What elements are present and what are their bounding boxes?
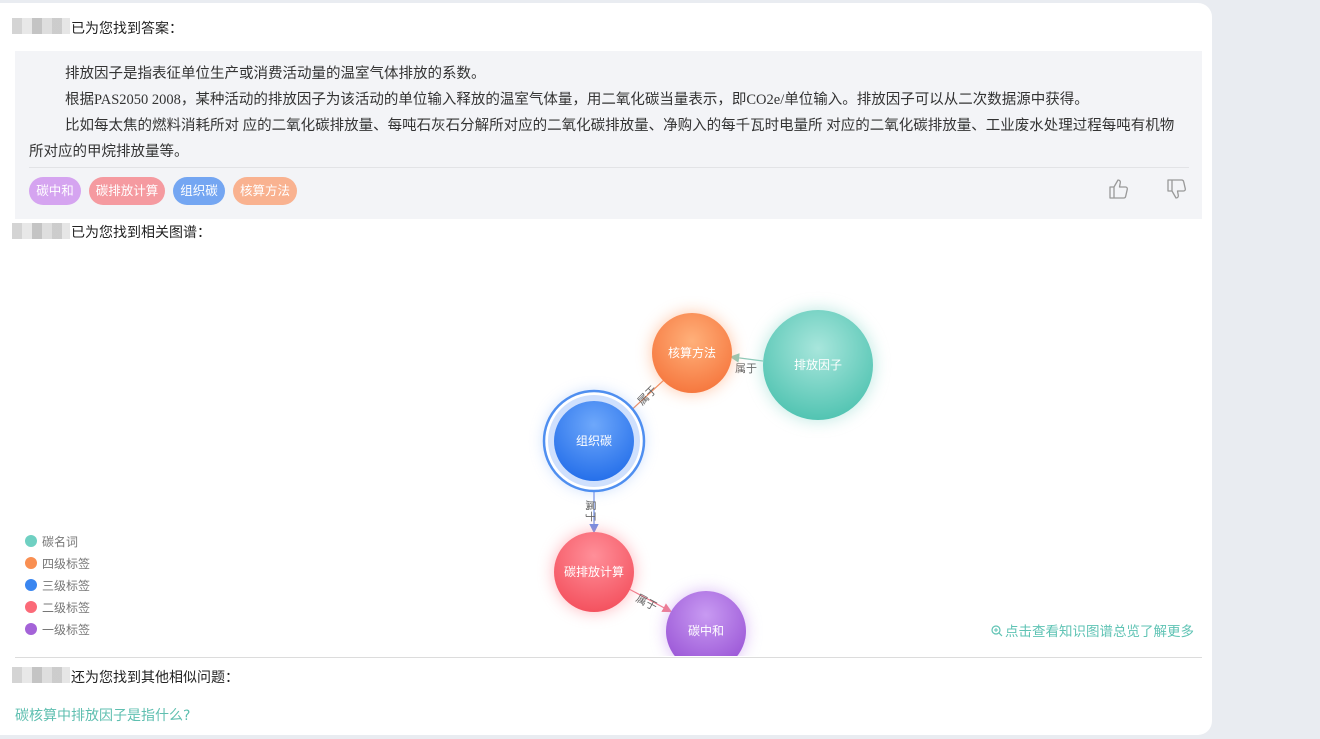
blurred-username [12,223,70,239]
legend-label: 四级标签 [42,557,91,571]
svg-text:碳中和: 碳中和 [688,623,724,638]
legend-label: 二级标签 [42,601,91,615]
answer-box: 排放因子是指表征单位生产或消费活动量的温室气体排放的系数。 根据PAS2050 … [15,51,1202,219]
legend-label: 三级标签 [42,579,91,593]
answer-heading: 已为您找到答案： [71,21,183,37]
legend-dot [25,601,37,613]
svg-text:排放因子: 排放因子 [794,357,842,372]
edge-emission-factor-to-accounting [729,353,764,363]
zoom-in-icon [991,625,1003,637]
svg-text:组织碳: 组织碳 [576,434,612,448]
graph-canvas[interactable]: 属于 属于 属于 属于 排放因子 核算方法 组织碳 碳排放计算 碳中和 [15,251,1202,656]
answer-paragraph-1: 排放因子是指表征单位生产或消费活动量的温室气体排放的系数。 [65,66,486,82]
tag-accounting-method[interactable]: 核算方法 [233,177,297,205]
answer-paragraph-3: 比如每太焦的燃料消耗所对 应的二氧化碳排放量、每吨石灰石分解所对应的二氧化碳排放… [29,118,1175,160]
node-org-carbon[interactable]: 组织碳 [542,389,646,493]
blurred-username [12,667,70,683]
legend-dot [25,623,37,635]
graph-overview-link[interactable]: 点击查看知识图谱总览了解更多 [991,620,1194,640]
chat-panel: 已为您找到答案： 排放因子是指表征单位生产或消费活动量的温室气体排放的系数。 根… [0,3,1212,735]
node-accounting-method[interactable]: 核算方法 [652,313,732,393]
legend-dot [25,579,37,591]
node-carbon-neutral[interactable]: 碳中和 [666,591,746,656]
tag-emission-calc[interactable]: 碳排放计算 [89,177,165,205]
section-divider [15,657,1202,658]
edge-label: 属于 [584,500,597,522]
blurred-username [12,18,70,34]
legend-label: 一级标签 [42,623,91,637]
legend-dot [25,535,37,547]
graph-heading: 已为您找到相关图谱： [71,225,211,241]
answer-divider [29,167,1189,168]
tag-carbon-neutral[interactable]: 碳中和 [29,177,81,205]
thumbs-down-icon[interactable] [1165,177,1189,201]
similar-question-link[interactable]: 碳核算中排放因子是指什么? [15,705,190,725]
node-emission-factor[interactable]: 排放因子 [762,309,874,421]
similar-heading: 还为您找到其他相似问题： [71,670,239,686]
legend-label: 碳名词 [42,535,79,549]
legend-dot [25,557,37,569]
edge-label: 属于 [735,362,757,375]
answer-paragraph-2: 根据PAS2050 2008，某种活动的排放因子为该活动的单位输入释放的温室气体… [65,92,1089,108]
thumbs-up-icon[interactable] [1107,177,1131,201]
knowledge-graph[interactable]: 属于 属于 属于 属于 排放因子 核算方法 组织碳 碳排放计算 碳中和 碳名词 … [15,251,1202,656]
svg-text:核算方法: 核算方法 [668,345,716,360]
graph-overview-link-text[interactable]: 点击查看知识图谱总览了解更多 [1005,624,1194,640]
node-emission-calc[interactable]: 碳排放计算 [554,532,634,612]
edge-label: 属于 [634,592,660,614]
tag-org-carbon[interactable]: 组织碳 [173,177,225,205]
svg-text:碳排放计算: 碳排放计算 [564,564,624,579]
